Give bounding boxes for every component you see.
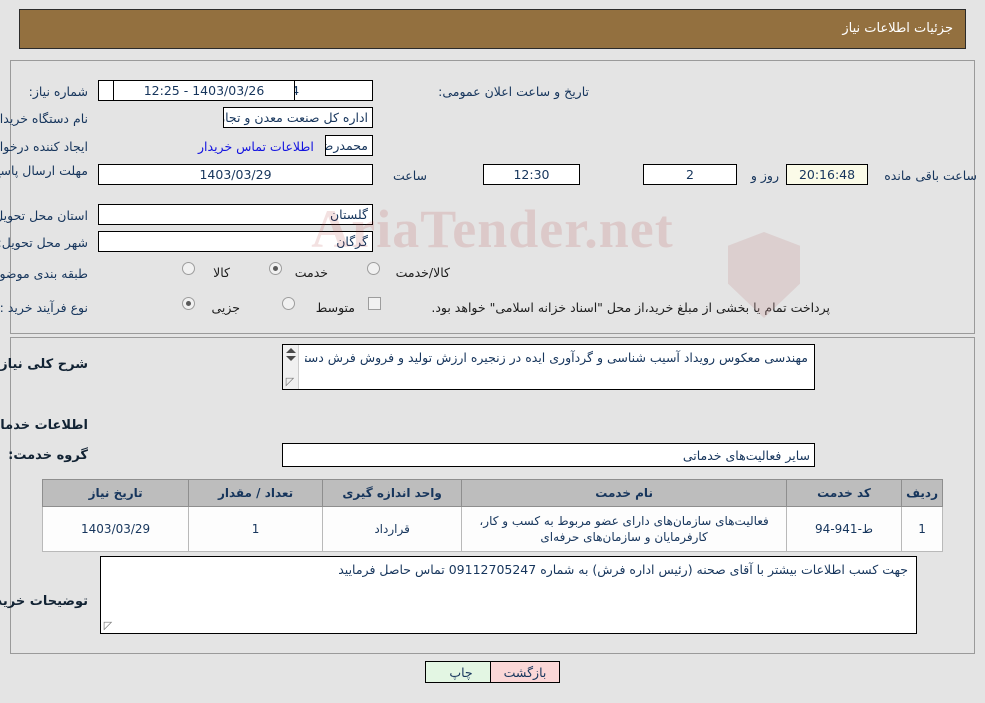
purchase-type-label: نوع فرآیند خرید :: [0, 300, 88, 315]
delivery-province-value: گلستان: [98, 204, 373, 225]
deadline-hour-value: 12:30: [483, 164, 580, 185]
buyer-contact-link[interactable]: اطلاعات تماس خریدار: [198, 139, 314, 154]
general-description-value: مهندسی معکوس رویداد آسیب شناسی و گردآوری…: [305, 350, 808, 365]
buyer-notes-textarea[interactable]: جهت کسب اطلاعات بیشتر با آقای صحنه (رئیس…: [100, 556, 917, 634]
back-button[interactable]: بازگشت: [490, 661, 560, 683]
print-button[interactable]: چاپ: [425, 661, 497, 683]
radio-purchase-motevaset[interactable]: [282, 297, 295, 310]
table-header-row: ردیف کد خدمت نام خدمت واحد اندازه گیری ت…: [41, 479, 943, 507]
announce-datetime-label: تاریخ و ساعت اعلان عمومی:: [438, 84, 589, 99]
radio-category-kala-label: کالا: [213, 265, 230, 280]
cell-name: فعالیت‌های سازمان‌های دارای عضو مربوط به…: [461, 506, 787, 552]
request-creator-value: محمدرضا هزارجریبی کاربرداز اداره کل صنعت…: [325, 135, 373, 156]
th-name: نام خدمت: [461, 479, 787, 507]
cell-radif: 1: [901, 506, 943, 552]
announce-datetime-value: 1403/03/26 - 12:25: [113, 80, 295, 101]
treasury-bond-note: پرداخت تمام یا بخشی از مبلغ خرید،از محل …: [431, 300, 830, 315]
need-info-panel: [10, 60, 975, 334]
th-date: تاریخ نیاز: [41, 479, 190, 507]
radio-purchase-jozi[interactable]: [182, 297, 195, 310]
treasury-bond-checkbox[interactable]: [368, 297, 381, 310]
buyer-notes-label: توضیحات خریدار:: [0, 594, 88, 609]
th-unit: واحد اندازه گیری: [321, 479, 463, 507]
radio-category-khedmat[interactable]: [269, 262, 282, 275]
countdown-days-label: روز و: [750, 168, 779, 183]
services-table: ردیف کد خدمت نام خدمت واحد اندازه گیری ت…: [41, 479, 943, 552]
service-group-value: سایر فعالیت‌های خدماتی: [282, 443, 815, 467]
need-number-label: شماره نیاز:: [28, 84, 88, 99]
radio-purchase-motevaset-label: متوسط: [315, 300, 355, 315]
resize-grip-icon[interactable]: ◸: [284, 376, 296, 388]
page-root: AriaTender.net جزئیات اطلاعات نیاز شماره…: [0, 0, 985, 703]
buyer-notes-value: جهت کسب اطلاعات بیشتر با آقای صحنه (رئیس…: [338, 562, 908, 577]
delivery-city-label: شهر محل تحویل:: [0, 235, 88, 250]
general-description-label: شرح کلی نیاز:: [0, 357, 88, 372]
delivery-city-value: گرگان: [98, 231, 373, 252]
scroll-down-arrow-icon[interactable]: [286, 356, 296, 361]
countdown-time-value: 20:16:48: [786, 164, 868, 185]
scroll-up-arrow-icon[interactable]: [286, 348, 296, 353]
delivery-province-label: استان محل تحویل:: [0, 208, 88, 223]
request-creator-label: ایجاد کننده درخواست:: [0, 139, 88, 154]
deadline-hour-label: ساعت: [392, 168, 427, 183]
table-row: 1 ط-941-94 فعالیت‌های سازمان‌های دارای ع…: [41, 506, 943, 552]
th-radif: ردیف: [901, 479, 943, 507]
th-quantity: تعداد / مقدار: [188, 479, 323, 507]
deadline-date-value: 1403/03/29: [98, 164, 373, 185]
countdown-days-value: 2: [643, 164, 737, 185]
buyer-notes-resize-grip-icon[interactable]: ◸: [102, 620, 114, 632]
page-header: جزئیات اطلاعات نیاز: [19, 9, 966, 49]
th-code: کد خدمت: [785, 479, 903, 507]
service-group-label: گروه خدمت:: [8, 448, 88, 463]
page-title: جزئیات اطلاعات نیاز: [842, 21, 953, 36]
countdown-remaining-label: ساعت باقی مانده: [884, 168, 977, 183]
radio-category-kala[interactable]: [182, 262, 195, 275]
cell-date: 1403/03/29: [41, 506, 190, 552]
buyer-org-value: اداره کل صنعت معدن و تجارت استان گلستان: [223, 107, 373, 128]
deadline-label: مهلت ارسال پاسخ: تا تاریخ:: [0, 163, 88, 178]
radio-category-kala-khedmat[interactable]: [367, 262, 380, 275]
cell-unit: قرارداد: [321, 506, 463, 552]
radio-category-kala-khedmat-label: کالا/خدمت: [395, 265, 450, 280]
general-description-textarea[interactable]: مهندسی معکوس رویداد آسیب شناسی و گردآوری…: [282, 344, 815, 390]
buyer-org-label: نام دستگاه خریدار:: [0, 111, 88, 126]
services-section-heading: اطلاعات خدمات مورد نیاز: [0, 418, 88, 433]
radio-category-khedmat-label: خدمت: [294, 265, 328, 280]
subject-category-label: طبقه بندی موضوعی:: [0, 266, 88, 281]
cell-code: ط-941-94: [785, 506, 903, 552]
radio-purchase-jozi-label: جزیی: [211, 300, 240, 315]
cell-quantity: 1: [188, 506, 323, 552]
